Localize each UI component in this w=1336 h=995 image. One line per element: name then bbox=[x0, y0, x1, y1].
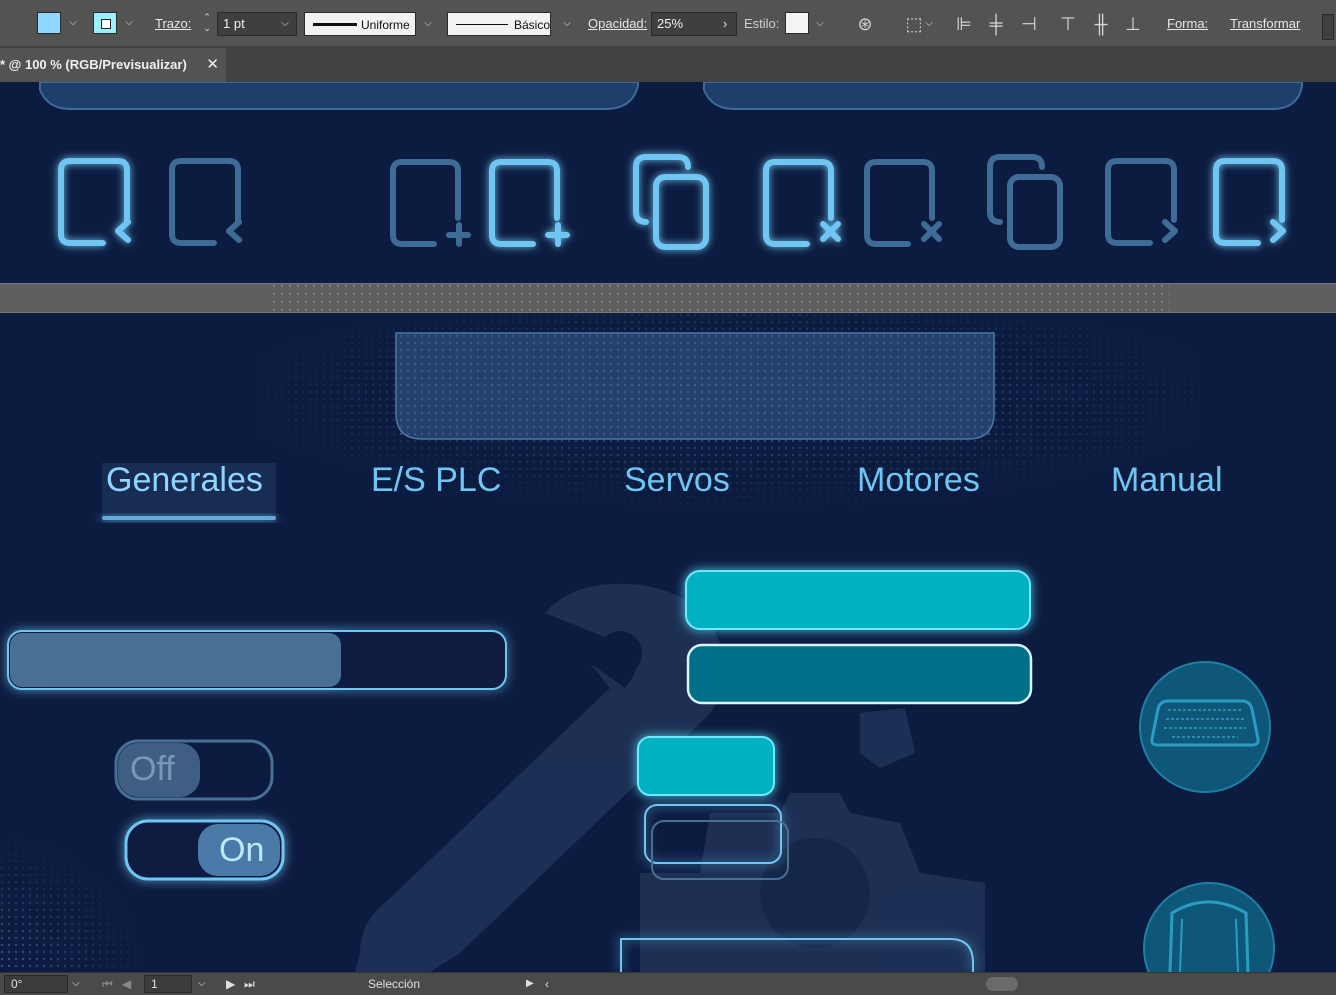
toggle-off-label[interactable]: Off bbox=[130, 750, 175, 789]
style-label: Estilo: bbox=[744, 16, 780, 31]
previous-artboard-icon[interactable]: ◀ bbox=[122, 973, 131, 995]
fill-dropdown-icon[interactable]: ⌵ bbox=[66, 12, 80, 34]
teal-button-large-shape bbox=[685, 570, 1031, 630]
progress-fill bbox=[10, 633, 341, 687]
align-bottom-icon[interactable]: ⊥ bbox=[1121, 13, 1145, 35]
page-previous-bright-icon bbox=[58, 158, 131, 246]
document-tab[interactable]: * @ 100 % (RGB/Previsualizar) ✕ bbox=[0, 48, 226, 82]
status-tool-name[interactable]: Selección bbox=[368, 973, 420, 995]
style-swatch[interactable] bbox=[785, 12, 809, 34]
pasteboard-gap bbox=[0, 283, 1336, 313]
variable-width-profile-select[interactable]: Uniforme bbox=[304, 12, 416, 36]
align-to-dropdown-icon[interactable]: ⌵ bbox=[922, 13, 936, 35]
tab-generales[interactable]: Generales bbox=[106, 461, 263, 500]
brush-line-icon bbox=[456, 24, 508, 25]
profile-label: Uniforme bbox=[361, 18, 410, 32]
horizontal-scrollbar-thumb[interactable] bbox=[986, 977, 1018, 991]
artboard-icons-art bbox=[39, 82, 1303, 250]
keyboard-icon-group bbox=[1139, 661, 1271, 793]
control-bar: ⌵ ⌵ Trazo: ⌃ ⌄ 1 pt ⌵ Uniforme ⌵ Básico ⌵… bbox=[0, 0, 1336, 47]
stroke-label[interactable]: Trazo: bbox=[155, 13, 191, 35]
rotation-dropdown-icon[interactable]: ⌵ bbox=[72, 973, 86, 995]
brush-definition-select[interactable]: Básico bbox=[447, 12, 551, 36]
teal-button-small-shape bbox=[637, 736, 775, 796]
artboard-dropdown-icon[interactable]: ⌵ bbox=[198, 973, 206, 995]
align-left-icon[interactable]: ⊫ bbox=[952, 13, 976, 35]
copy-bright-icon bbox=[633, 154, 709, 250]
align-vertical-center-icon[interactable]: ╫ bbox=[1089, 13, 1113, 35]
align-right-icon[interactable]: ⊣ bbox=[1017, 13, 1041, 35]
canvas[interactable]: Generales E/S PLC Servos Motores Manual … bbox=[0, 82, 1336, 972]
document-tab-title: * @ 100 % (RGB/Previsualizar) bbox=[0, 57, 187, 72]
next-artboard-icon[interactable]: ▶ bbox=[226, 973, 235, 995]
tab-manual[interactable]: Manual bbox=[1111, 461, 1223, 500]
stroke-inner-square bbox=[101, 19, 111, 29]
opacity-label[interactable]: Opacidad: bbox=[588, 13, 647, 35]
tab-motores[interactable]: Motores bbox=[857, 461, 980, 500]
fill-color-swatch[interactable] bbox=[37, 12, 61, 34]
transform-link[interactable]: Transformar bbox=[1230, 13, 1300, 35]
stroke-weight-dropdown-icon[interactable]: ⌵ bbox=[278, 13, 292, 35]
panel-left-shape bbox=[39, 82, 639, 110]
profile-dropdown-icon[interactable]: ⌵ bbox=[421, 13, 435, 35]
artboard-main[interactable]: Generales E/S PLC Servos Motores Manual … bbox=[0, 313, 1336, 972]
tab-es-plc[interactable]: E/S PLC bbox=[371, 461, 501, 500]
page-add-dim-icon bbox=[390, 159, 471, 247]
status-menu-arrow-icon[interactable]: ▶ bbox=[526, 973, 534, 995]
teal-dark-button-large-shape bbox=[686, 643, 1033, 705]
copy-dim-icon bbox=[987, 154, 1063, 250]
style-dropdown-icon[interactable]: ⌵ bbox=[813, 13, 827, 35]
stroke-color-swatch[interactable] bbox=[93, 12, 117, 34]
header-panel-dots bbox=[398, 335, 992, 437]
progress-bar bbox=[7, 630, 507, 690]
recolor-artwork-icon[interactable]: ⊛ bbox=[853, 13, 877, 35]
page-delete-dim-icon bbox=[864, 159, 942, 247]
page-add-bright-icon bbox=[489, 159, 570, 247]
artboard-number-input[interactable]: 1 bbox=[144, 975, 192, 993]
opacity-arrow-icon[interactable]: › bbox=[718, 13, 732, 35]
first-artboard-icon[interactable]: ⏮ bbox=[102, 973, 113, 995]
brush-dropdown-icon[interactable]: ⌵ bbox=[560, 13, 574, 35]
tab-servos[interactable]: Servos bbox=[624, 461, 730, 500]
close-icon[interactable]: ✕ bbox=[206, 48, 219, 82]
artboard-icons[interactable] bbox=[0, 82, 1336, 283]
align-top-icon[interactable]: ⊤ bbox=[1056, 13, 1080, 35]
brush-label: Básico bbox=[514, 18, 551, 32]
door-icon-group bbox=[1143, 882, 1275, 972]
status-bar: 0° ⌵ ⏮ ◀ 1 ⌵ ▶ ⏭ Selección ▶ ‹ bbox=[0, 972, 1336, 995]
page-next-dim-icon bbox=[1105, 158, 1178, 246]
shape-label[interactable]: Forma: bbox=[1167, 13, 1208, 35]
rotation-input[interactable]: 0° bbox=[4, 975, 68, 993]
stroke-dropdown-icon[interactable]: ⌵ bbox=[122, 12, 136, 34]
scroll-left-icon[interactable]: ‹ bbox=[545, 973, 549, 995]
artboard-main-art bbox=[0, 313, 1275, 972]
last-artboard-icon[interactable]: ⏭ bbox=[244, 973, 255, 995]
profile-line-icon bbox=[313, 23, 357, 26]
document-tab-bar: * @ 100 % (RGB/Previsualizar) ✕ bbox=[0, 46, 1336, 82]
align-horizontal-center-icon[interactable]: ╪ bbox=[984, 13, 1008, 35]
panel-right-shape bbox=[703, 82, 1303, 110]
pasteboard-dots bbox=[270, 284, 1170, 312]
page-delete-bright-icon bbox=[763, 159, 841, 247]
toggle-on-label[interactable]: On bbox=[219, 831, 264, 870]
page-previous-dim-icon bbox=[169, 158, 242, 246]
stroke-weight-stepper[interactable]: ⌃ ⌄ bbox=[198, 12, 216, 36]
page-next-bright-icon bbox=[1213, 158, 1286, 246]
panel-edge-marker bbox=[1322, 14, 1334, 40]
